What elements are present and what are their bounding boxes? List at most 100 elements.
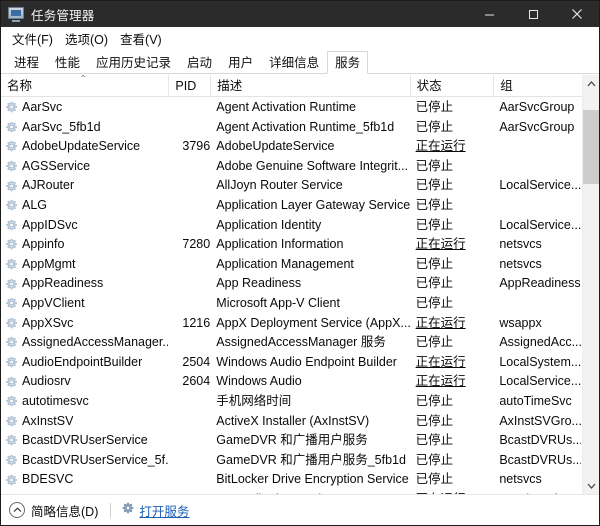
service-name-label: AppXSvc <box>22 315 74 330</box>
cell-group: LocalService... <box>499 374 582 389</box>
service-gear-icon <box>5 376 18 389</box>
table-row[interactable]: BcastDVRUserService GameDVR 和广播用户服务 已停止 Bca… <box>1 431 581 451</box>
vertical-scrollbar[interactable] <box>582 75 599 494</box>
table-row[interactable]: ALG Application Layer Gateway Service 已停止 <box>1 196 581 216</box>
cell-group <box>493 196 581 216</box>
table-row[interactable]: AppIDSvc Application Identity 已停止 LocalServ… <box>1 216 581 236</box>
tab-performance[interactable]: 性能 <box>47 51 88 74</box>
cell-status: 已停止 <box>410 431 494 451</box>
column-header-group[interactable]: 组 <box>493 75 581 97</box>
cell-service-name: AarSvc_5fb1d <box>1 118 168 138</box>
cell-group: netsvcs <box>499 472 542 487</box>
table-row[interactable]: AGSService Adobe Genuine Software Integri… <box>1 157 581 177</box>
table-row[interactable]: AJRouter AllJoyn Router Service 已停止 LocalSe… <box>1 176 581 196</box>
window-title: 任务管理器 <box>31 8 95 23</box>
tab-strip: 进程 性能 应用历史记录 启动 用户 详细信息 服务 <box>1 49 599 74</box>
tab-users[interactable]: 用户 <box>220 51 261 74</box>
cell-status: 正在运行 <box>410 314 494 334</box>
service-name-label: AdobeUpdateService <box>22 139 141 154</box>
scrollbar-track[interactable] <box>583 92 599 477</box>
service-name-label: BcastDVRUserService <box>22 433 148 448</box>
table-row[interactable]: Appinfo 7280 Application Information 正在运行 ne… <box>1 235 581 255</box>
menu-view[interactable]: 查看(V) <box>117 27 171 50</box>
status-badge: 已停止 <box>415 100 454 114</box>
status-badge: 正在运行 <box>415 315 466 330</box>
task-manager-icon <box>8 6 24 22</box>
service-name-label: BDESVC <box>22 472 74 487</box>
cell-service-name: autotimesvc <box>1 392 168 412</box>
minimize-button[interactable] <box>467 1 511 27</box>
cell-pid <box>168 157 210 177</box>
service-gear-icon <box>5 238 18 251</box>
cell-group: LocalService... <box>499 178 582 193</box>
table-row[interactable]: BcastDVRUserService_5f... GameDVR 和广播用户服务… <box>1 451 581 471</box>
service-gear-icon <box>5 258 18 271</box>
tab-services[interactable]: 服务 <box>327 51 369 74</box>
tab-processes[interactable]: 进程 <box>6 51 47 74</box>
table-row[interactable]: AarSvc_5fb1d Agent Activation Runtime_5fb… <box>1 118 581 138</box>
service-gear-icon <box>5 336 18 349</box>
tab-startup[interactable]: 启动 <box>179 51 220 74</box>
tab-details[interactable]: 详细信息 <box>261 51 327 74</box>
gear-icon <box>121 502 134 518</box>
cell-status: 已停止 <box>410 294 494 314</box>
status-badge: 已停止 <box>415 452 454 467</box>
table-row[interactable]: AxInstSV ActiveX Installer (AxInstSV) 已停止 A… <box>1 412 581 432</box>
table-row[interactable]: AppXSvc 1216 AppX Deployment Service (AppX… <box>1 314 581 334</box>
cell-service-name: AxInstSV <box>1 412 168 432</box>
cell-status: 已停止 <box>410 274 494 294</box>
table-row[interactable]: autotimesvc 手机网络时间 已停止 autoTimeSvc <box>1 392 581 412</box>
scroll-up-button[interactable] <box>583 75 599 92</box>
sort-ascending-icon: ⌃ <box>79 74 88 85</box>
table-row[interactable]: BDESVC BitLocker Drive Encryption Service… <box>1 470 581 490</box>
service-gear-icon <box>5 278 18 291</box>
status-badge: 已停止 <box>415 197 454 212</box>
status-badge: 已停止 <box>415 158 454 173</box>
fewer-details-button[interactable]: 简略信息(D) <box>9 501 98 520</box>
column-header-name[interactable]: 名称 ⌃ <box>1 75 168 97</box>
table-row[interactable]: AudioEndpointBuilder 2504 Windows Audio En… <box>1 353 581 373</box>
close-button[interactable] <box>555 1 599 27</box>
cell-description: AllJoyn Router Service <box>216 178 343 193</box>
cell-service-name: AppIDSvc <box>1 216 168 236</box>
cell-service-name: BcastDVRUserService_5f... <box>1 451 168 471</box>
cell-description: GameDVR 和广播用户服务 <box>216 433 368 448</box>
column-header-pid[interactable]: PID <box>168 75 210 97</box>
table-row[interactable]: AppVClient Microsoft App-V Client 已停止 <box>1 294 581 314</box>
status-badge: 正在运行 <box>416 492 466 494</box>
cell-description: Windows Audio <box>216 374 302 389</box>
maximize-button[interactable] <box>511 1 555 27</box>
open-services-button[interactable]: 打开服务 <box>121 501 189 520</box>
table-row[interactable]: BFE 3904Base Filtering Engine 正在运行 LocalSer… <box>1 490 581 494</box>
cell-service-name: AarSvc <box>1 98 168 118</box>
cell-status: 已停止 <box>410 392 494 412</box>
table-row[interactable]: AssignedAccessManager... AssignedAccessMa… <box>1 333 581 353</box>
service-name-label: AudioEndpointBuilder <box>22 354 143 369</box>
table-row[interactable]: AdobeUpdateService 3796 AdobeUpdateService… <box>1 137 581 157</box>
table-row[interactable]: AppReadiness App Readiness 已停止 AppReadiness <box>1 274 581 294</box>
column-header-status[interactable]: 状态 <box>409 75 494 97</box>
cell-service-name: AdobeUpdateService <box>1 137 168 157</box>
scroll-down-button[interactable] <box>583 477 599 494</box>
cell-pid <box>168 118 210 138</box>
status-badge: 已停止 <box>415 256 454 271</box>
cell-status: 已停止 <box>410 157 494 177</box>
tab-app-history[interactable]: 应用历史记录 <box>88 51 179 74</box>
cell-pid <box>168 274 210 294</box>
cell-group: AarSvcGroup <box>499 100 575 114</box>
cell-group: LocalSystem... <box>499 354 582 369</box>
table-row[interactable]: Audiosrv 2604 Windows Audio 正在运行 LocalServic… <box>1 372 581 392</box>
column-header-description[interactable]: 描述 <box>210 75 409 97</box>
cell-service-name: AppMgmt <box>1 255 168 275</box>
service-name-label: Appinfo <box>22 237 65 252</box>
table-row[interactable]: AppMgmt Application Management 已停止 netsvcs <box>1 255 581 275</box>
cell-status: 正在运行 <box>410 372 494 392</box>
menu-options[interactable]: 选项(O) <box>62 27 117 50</box>
service-gear-icon <box>5 219 18 232</box>
menu-file[interactable]: 文件(F) <box>9 27 62 50</box>
title-bar[interactable]: 任务管理器 <box>1 1 599 27</box>
service-name-label: AarSvc <box>22 100 63 114</box>
table-row[interactable]: AarSvc Agent Activation Runtime 已停止 AarSvcG… <box>1 98 581 118</box>
scrollbar-thumb[interactable] <box>583 110 599 184</box>
service-name-label: AssignedAccessManager... <box>22 335 169 350</box>
